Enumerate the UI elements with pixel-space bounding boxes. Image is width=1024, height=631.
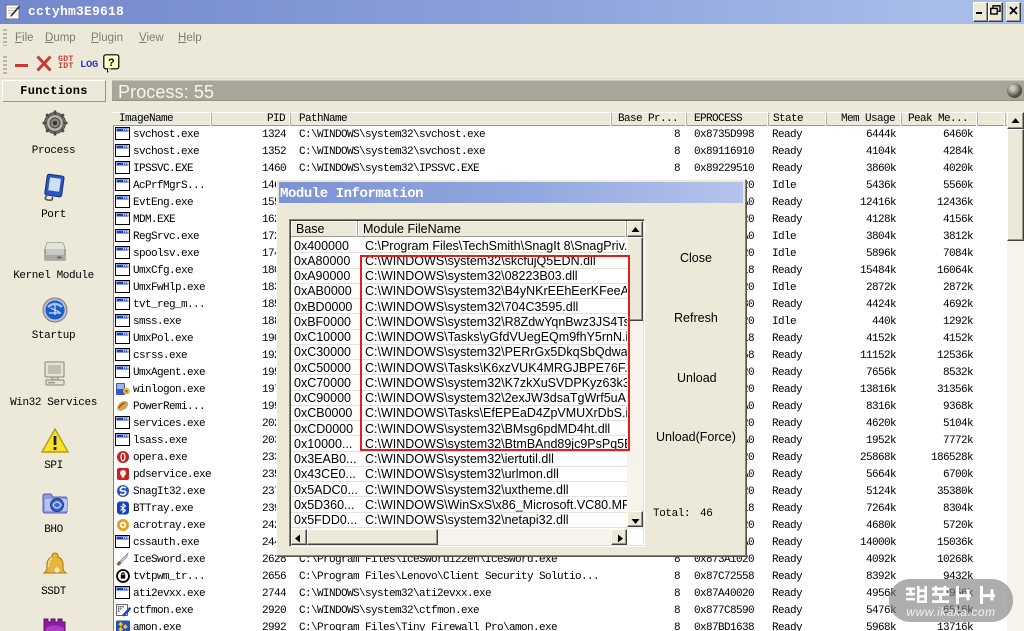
svg-text:?: ?: [108, 57, 115, 69]
